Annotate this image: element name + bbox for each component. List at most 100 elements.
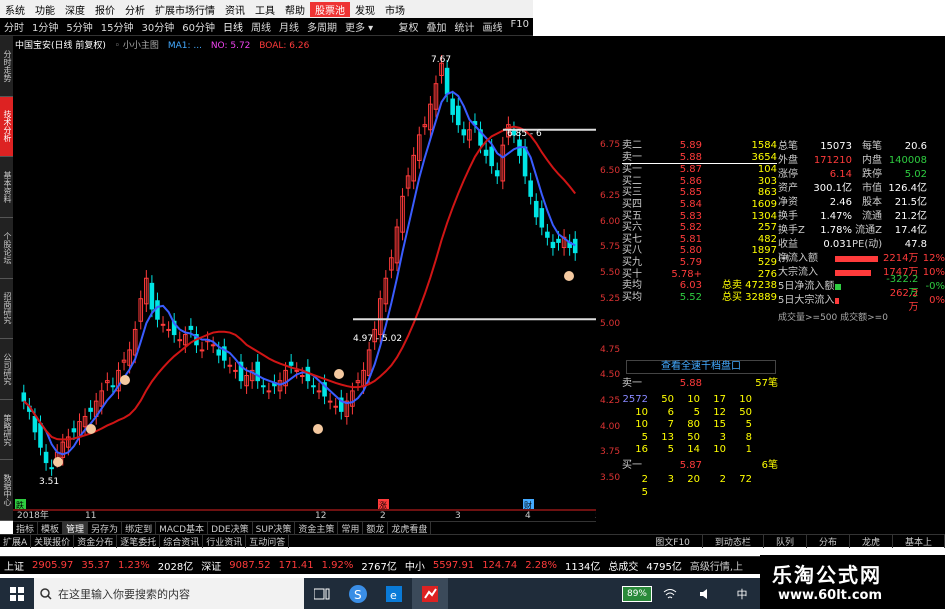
menu-item[interactable]: 市场 bbox=[380, 2, 410, 17]
menu-item[interactable]: 发现 bbox=[350, 2, 380, 17]
indicator-tab[interactable]: 龙虎看盘 bbox=[388, 521, 432, 535]
stat-row: 总笔 15073 每笔 20.6 bbox=[778, 140, 945, 154]
order-label: 买八 bbox=[622, 245, 642, 257]
edge-icon[interactable]: e bbox=[376, 578, 412, 609]
extension-tab[interactable]: 综合资讯 bbox=[160, 534, 204, 548]
extension-tab[interactable]: 逐笔委托 bbox=[117, 534, 161, 548]
panel-tab[interactable]: 队列 bbox=[764, 534, 807, 548]
candle-body bbox=[199, 349, 205, 352]
indicator-tab[interactable]: 绑定到 bbox=[122, 521, 157, 535]
period-tab[interactable]: 更多 ▾ bbox=[341, 19, 377, 34]
menu-item[interactable]: 功能 bbox=[30, 2, 60, 17]
indicator-tab[interactable]: 额龙 bbox=[363, 521, 389, 535]
queue-cell bbox=[726, 487, 752, 500]
extension-tab[interactable]: 关联报价 bbox=[31, 534, 75, 548]
flow-pct: 0% bbox=[929, 295, 945, 306]
panel-tab[interactable]: 图文F10 bbox=[643, 534, 703, 548]
indicator-tab[interactable]: MACD基本 bbox=[156, 521, 209, 535]
extension-tab[interactable]: 资金分布 bbox=[74, 534, 118, 548]
side-tab[interactable]: 策略研究 bbox=[0, 400, 13, 461]
period-tab[interactable]: 日线 bbox=[219, 19, 247, 34]
side-tab[interactable]: 个股论坛 bbox=[0, 218, 13, 279]
side-tab[interactable]: 数据中心 bbox=[0, 460, 13, 521]
candle-body bbox=[461, 129, 467, 136]
ime-icon[interactable]: 中 bbox=[724, 578, 760, 609]
side-tab[interactable]: 公司研究 bbox=[0, 339, 13, 400]
flow-pct: 10% bbox=[922, 267, 945, 278]
queue-row: 10 6 5 12 50 bbox=[622, 407, 778, 420]
search-box[interactable]: 在这里输入你要搜索的内容 bbox=[34, 578, 304, 609]
stat-d: 126.4亿 bbox=[888, 183, 927, 194]
browser-icon[interactable]: S bbox=[340, 578, 376, 609]
buy-signal-dot bbox=[120, 375, 130, 385]
side-tab[interactable]: 分时走势 bbox=[0, 36, 13, 97]
menu-item[interactable]: 系统 bbox=[0, 2, 30, 17]
network-icon[interactable] bbox=[652, 578, 688, 609]
flow-filter[interactable]: 成交量>=500 成交额>=0 bbox=[778, 310, 945, 323]
indicator-tab[interactable]: 常用 bbox=[338, 521, 364, 535]
order-label: 买五 bbox=[622, 210, 642, 222]
menu-item[interactable]: 帮助 bbox=[280, 2, 310, 17]
period-tab[interactable]: 月线 bbox=[275, 19, 303, 34]
menu-item[interactable]: 资讯 bbox=[220, 2, 250, 17]
stat-d: 5.02 bbox=[904, 169, 927, 180]
battery-indicator[interactable]: 89% bbox=[622, 585, 652, 602]
indicator-tab[interactable]: 管理 bbox=[63, 521, 89, 535]
menu-item[interactable]: 分析 bbox=[120, 2, 150, 17]
period-tab[interactable]: 分时 bbox=[0, 19, 28, 34]
panel-tab[interactable]: 基本上 bbox=[893, 534, 945, 548]
annotation-support: 4.97 - 5.02 bbox=[353, 334, 402, 344]
menu-item[interactable]: 报价 bbox=[90, 2, 120, 17]
queue-cell: 2572 bbox=[622, 394, 648, 405]
extension-tab[interactable]: 互动问答 bbox=[246, 534, 290, 548]
task-view-icon[interactable] bbox=[304, 578, 340, 609]
panel-tab[interactable]: 龙虎 bbox=[850, 534, 893, 548]
site-watermark: 乐淘公式网 www.60lt.com bbox=[760, 555, 945, 609]
side-tab[interactable]: 基本资料 bbox=[0, 157, 13, 218]
order-volume: 529 bbox=[757, 256, 777, 268]
menu-item[interactable]: 股票池 bbox=[310, 1, 350, 17]
start-button[interactable] bbox=[0, 578, 34, 609]
volume-icon[interactable] bbox=[688, 578, 724, 609]
menu-item[interactable]: 深度 bbox=[60, 2, 90, 17]
side-tab[interactable]: 技术分析 bbox=[0, 96, 13, 158]
panel-tab[interactable]: 到动态栏 bbox=[703, 534, 764, 548]
view-full-depth-button[interactable]: 查看全速千档盘口 bbox=[626, 360, 776, 374]
order-price: 5.78+ bbox=[671, 268, 702, 280]
indicator-tab[interactable]: SUP决策 bbox=[253, 521, 296, 535]
period-tab[interactable]: 5分钟 bbox=[62, 19, 96, 34]
menu-item[interactable]: 扩展市场行情 bbox=[150, 2, 220, 17]
extension-tab[interactable]: 扩展A bbox=[0, 534, 32, 548]
scale-label: 6.75 bbox=[600, 140, 621, 150]
toolbar-action[interactable]: 画线 bbox=[479, 19, 507, 34]
period-tab[interactable]: 1分钟 bbox=[28, 19, 62, 34]
period-tab[interactable]: 30分钟 bbox=[137, 19, 178, 34]
toolbar-action[interactable]: 统计 bbox=[451, 19, 479, 34]
order-row: 买四 5.84 1609 bbox=[622, 199, 777, 211]
candle-body bbox=[550, 241, 556, 249]
menu-item[interactable]: 工具 bbox=[250, 2, 280, 17]
panel-tab[interactable]: 分布 bbox=[807, 534, 850, 548]
indicator-tab[interactable]: 指标 bbox=[13, 521, 39, 535]
indicator-tab[interactable]: DDE决策 bbox=[208, 521, 253, 535]
period-tab[interactable]: 60分钟 bbox=[178, 19, 219, 34]
extension-tab[interactable]: 行业资讯 bbox=[203, 534, 247, 548]
toolbar-action[interactable]: F10 bbox=[507, 19, 533, 34]
toolbar-action[interactable]: 复权 bbox=[395, 19, 423, 34]
kline-chart[interactable]: 中国宝安(日线 前复权) ◦ 小小主图 MA1: ... NO: 5.72 BO… bbox=[13, 36, 596, 521]
ticker-a: 1134亿 bbox=[564, 562, 601, 573]
indicator-tab[interactable]: 资金主策 bbox=[295, 521, 339, 535]
candle-body bbox=[43, 451, 49, 464]
queue-cell: 16 bbox=[635, 444, 648, 456]
period-tab[interactable]: 15分钟 bbox=[97, 19, 138, 34]
queue-cell: 5 bbox=[745, 419, 752, 431]
indicator-tab[interactable]: 另存为 bbox=[88, 521, 123, 535]
indicator-tab[interactable]: 模板 bbox=[38, 521, 64, 535]
stock-app-icon[interactable] bbox=[412, 578, 448, 609]
order-label: 买七 bbox=[622, 233, 642, 245]
toolbar-action[interactable]: 叠加 bbox=[423, 19, 451, 34]
side-tab[interactable]: 招商研究 bbox=[0, 279, 13, 340]
period-tab[interactable]: 周线 bbox=[247, 19, 275, 34]
order-volume: 863 bbox=[757, 187, 777, 199]
period-tab[interactable]: 多周期 bbox=[303, 19, 341, 34]
